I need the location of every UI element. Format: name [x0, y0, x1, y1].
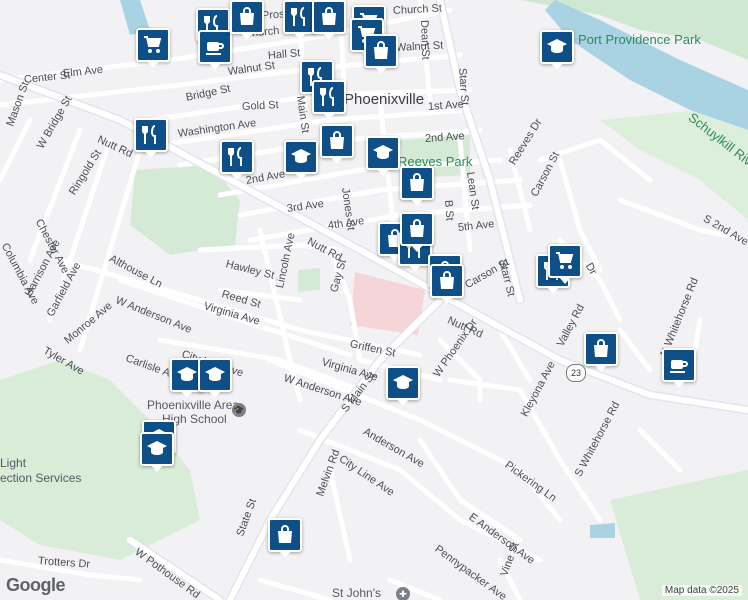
restaurant-icon: [317, 85, 341, 109]
shopping-cart-marker[interactable]: [548, 244, 582, 284]
map-attribution[interactable]: Map data ©2025: [661, 585, 742, 596]
restaurant-marker[interactable]: [312, 80, 346, 120]
street-label: B St: [442, 199, 456, 222]
cafe-icon: [203, 35, 227, 59]
street-label: Starr St: [456, 67, 471, 106]
shopping-icon: [589, 337, 613, 361]
education-icon: [371, 141, 395, 165]
street-label: Gold St: [241, 99, 279, 113]
shopping-icon: [235, 5, 259, 29]
shopping-marker[interactable]: [400, 166, 434, 206]
education-icon: [145, 437, 169, 461]
light-label: Light: [0, 456, 27, 470]
shopping-icon: [405, 171, 429, 195]
shopping-marker[interactable]: [312, 0, 346, 40]
education-marker[interactable]: [198, 358, 232, 398]
services-label: ection Services: [0, 471, 82, 485]
shopping-marker[interactable]: [320, 124, 354, 164]
restaurant-icon: [225, 145, 249, 169]
education-icon: [545, 35, 569, 59]
school-poi-icon[interactable]: 🎓: [232, 403, 246, 417]
cafe-marker[interactable]: [198, 30, 232, 70]
city-label: Phoenixville: [344, 91, 425, 108]
street-label: Church St: [392, 2, 443, 17]
shopping-icon: [369, 39, 393, 63]
shopping-cart-marker[interactable]: [136, 28, 170, 68]
shopping-icon: [317, 5, 341, 29]
education-icon: [175, 363, 199, 387]
education-icon: [203, 363, 227, 387]
school-label-line1[interactable]: Phoenixville Area: [147, 399, 239, 411]
education-icon: [289, 145, 313, 169]
shopping-marker[interactable]: [430, 264, 464, 304]
shopping-marker[interactable]: [400, 212, 434, 252]
education-marker[interactable]: [284, 140, 318, 180]
church-poi-icon[interactable]: ✚: [396, 587, 410, 600]
shopping-icon: [435, 269, 459, 293]
street-label: Walnut St: [395, 39, 444, 54]
restaurant-icon: [288, 5, 312, 29]
restaurant-marker[interactable]: [134, 118, 168, 158]
restaurant-marker[interactable]: [220, 140, 254, 180]
map-canvas[interactable]: Phoenixville Port Providence Park Reeves…: [0, 0, 748, 600]
st-johns-label[interactable]: St John's: [332, 587, 381, 599]
education-marker[interactable]: [366, 136, 400, 176]
education-marker[interactable]: [386, 366, 420, 406]
route-23-shield: 23: [566, 364, 586, 382]
shopping-icon: [273, 523, 297, 547]
map-base-layer: [0, 0, 748, 600]
education-icon: [391, 371, 415, 395]
port-providence-park-label[interactable]: Port Providence Park: [578, 33, 701, 46]
shopping-marker[interactable]: [268, 518, 302, 558]
restaurant-icon: [139, 123, 163, 147]
cafe-icon: [667, 353, 691, 377]
shopping-icon: [325, 129, 349, 153]
education-marker[interactable]: [540, 30, 574, 70]
cafe-marker[interactable]: [662, 348, 696, 388]
shopping-icon: [405, 217, 429, 241]
education-marker[interactable]: [140, 432, 174, 472]
google-logo: Google: [6, 575, 66, 595]
shopping-marker[interactable]: [584, 332, 618, 372]
shopping-marker[interactable]: [364, 34, 398, 74]
shopping-cart-icon: [141, 33, 165, 57]
shopping-marker[interactable]: [230, 0, 264, 40]
shopping-cart-icon: [553, 249, 577, 273]
